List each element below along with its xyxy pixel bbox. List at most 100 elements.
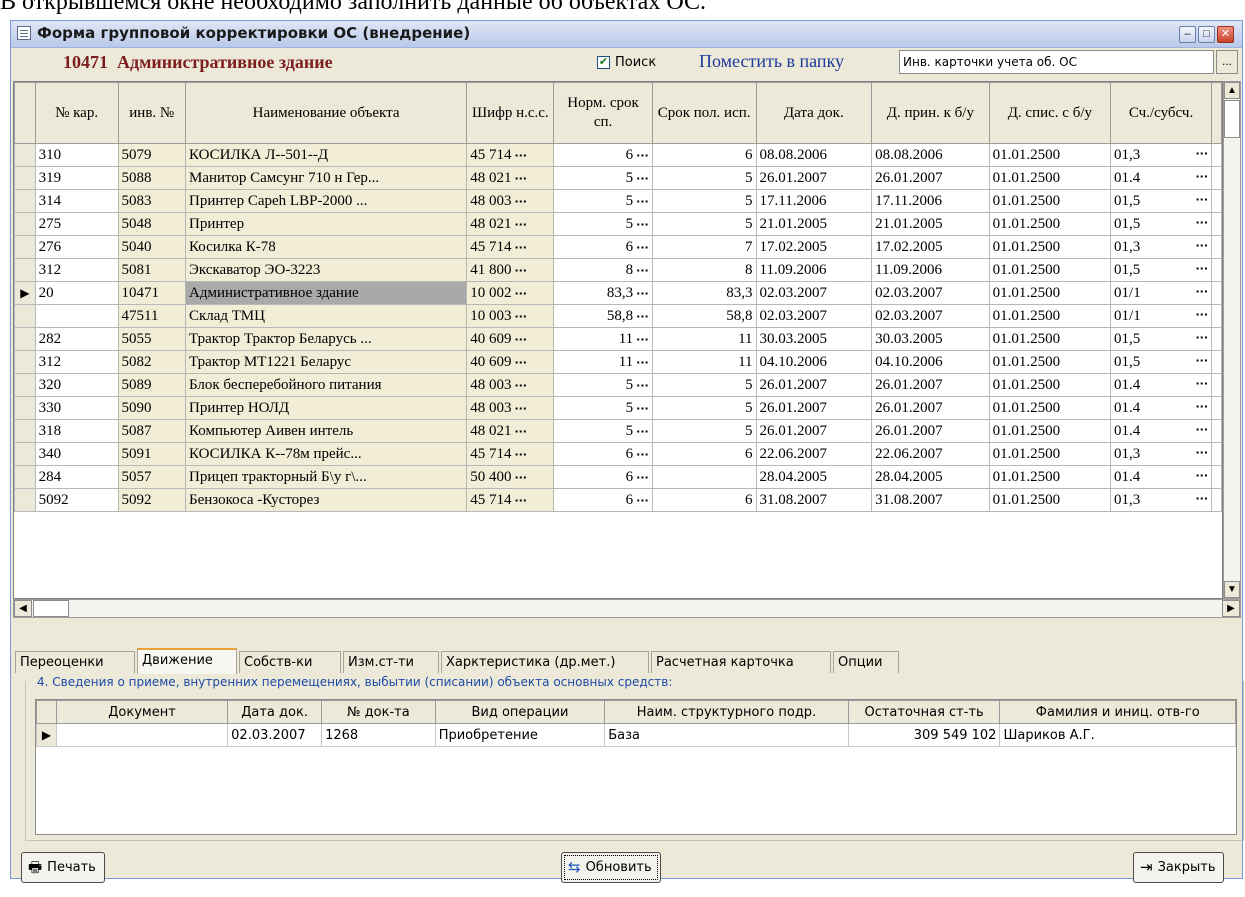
- term-cell[interactable]: 6: [651, 442, 757, 466]
- mv-op-cell[interactable]: Приобретение: [434, 723, 606, 747]
- ellipsis-button-icon[interactable]: ···: [1192, 308, 1208, 321]
- tab-settlement-card[interactable]: Расчетная карточка: [651, 651, 831, 673]
- code-cell[interactable]: 41 800 ···: [466, 258, 555, 282]
- name-cell[interactable]: Прицеп тракторный Б\у г\...: [184, 465, 468, 489]
- norm-cell[interactable]: 11 ···: [553, 350, 653, 374]
- account-cell[interactable]: 01,5 ···: [1110, 327, 1213, 351]
- date-cell[interactable]: 26.01.2007: [755, 396, 873, 420]
- ellipsis-button-icon[interactable]: ···: [1192, 262, 1208, 275]
- norm-cell[interactable]: 5 ···: [553, 189, 653, 213]
- ellipsis-button-icon[interactable]: ···: [1192, 239, 1208, 252]
- ellipsis-button-icon[interactable]: ···: [1192, 354, 1208, 367]
- inv-cell[interactable]: 5081: [117, 258, 186, 282]
- mv-col-num[interactable]: № док-та: [321, 700, 436, 724]
- date-cell[interactable]: 30.03.2005: [755, 327, 873, 351]
- col-header-term[interactable]: Срок пол. исп.: [651, 82, 757, 144]
- tab-owners[interactable]: Собств-ки: [239, 651, 341, 673]
- code-cell[interactable]: 10 003 ···: [466, 304, 555, 328]
- norm-cell[interactable]: 6 ···: [553, 465, 653, 489]
- close-window-button[interactable]: ✕: [1217, 26, 1234, 43]
- col-header-norm[interactable]: Норм. срок сп.: [553, 82, 653, 144]
- inv-cell[interactable]: 5091: [117, 442, 186, 466]
- writeoff-date-cell[interactable]: 01.01.2500: [988, 235, 1112, 259]
- row-indicator[interactable]: [14, 327, 36, 351]
- term-cell[interactable]: 11: [651, 327, 757, 351]
- row-indicator[interactable]: [14, 373, 36, 397]
- mv-col-op[interactable]: Вид операции: [434, 700, 606, 724]
- ellipsis-button-icon[interactable]: ···: [633, 149, 649, 162]
- card-cell[interactable]: 318: [34, 419, 119, 443]
- name-cell[interactable]: Принтер Capeh LBP-2000 ...: [184, 189, 468, 213]
- norm-cell[interactable]: 11 ···: [553, 327, 653, 351]
- ellipsis-button-icon[interactable]: ···: [633, 172, 649, 185]
- account-cell[interactable]: 01/1 ···: [1110, 281, 1213, 305]
- ellipsis-button-icon[interactable]: ···: [511, 241, 527, 254]
- code-cell[interactable]: 45 714 ···: [466, 143, 555, 167]
- writeoff-date-cell[interactable]: 01.01.2500: [988, 212, 1112, 236]
- name-cell[interactable]: Склад ТМЦ: [184, 304, 468, 328]
- ellipsis-button-icon[interactable]: ···: [633, 333, 649, 346]
- term-cell[interactable]: 5: [651, 396, 757, 420]
- code-cell[interactable]: 40 609 ···: [466, 327, 555, 351]
- date-cell[interactable]: 02.03.2007: [755, 304, 873, 328]
- account-cell[interactable]: 01.4 ···: [1110, 373, 1213, 397]
- writeoff-date-cell[interactable]: 01.01.2500: [988, 465, 1112, 489]
- scroll-thumb[interactable]: [1224, 100, 1240, 138]
- refresh-button[interactable]: ⇆ Обновить: [561, 852, 661, 883]
- mv-doc-cell[interactable]: [55, 723, 229, 747]
- inv-cell[interactable]: 47511: [117, 304, 186, 328]
- ellipsis-button-icon[interactable]: ···: [511, 356, 527, 369]
- name-cell[interactable]: Бензокоса -Кусторез: [184, 488, 468, 512]
- account-cell[interactable]: 01.4 ···: [1110, 166, 1213, 190]
- ellipsis-button-icon[interactable]: ···: [511, 287, 527, 300]
- card-cell[interactable]: 330: [34, 396, 119, 420]
- term-cell[interactable]: 58,8: [651, 304, 757, 328]
- ellipsis-button-icon[interactable]: ···: [1192, 331, 1208, 344]
- code-cell[interactable]: 48 021 ···: [466, 419, 555, 443]
- tab-options[interactable]: Опции: [833, 651, 899, 673]
- grid-horizontal-scrollbar[interactable]: ◀ ▶: [13, 599, 1241, 618]
- account-cell[interactable]: 01.4 ···: [1110, 419, 1213, 443]
- ellipsis-button-icon[interactable]: ···: [511, 218, 527, 231]
- inv-cell[interactable]: 5089: [117, 373, 186, 397]
- mv-col-residual[interactable]: Остаточная ст-ть: [847, 700, 1001, 724]
- writeoff-date-cell[interactable]: 01.01.2500: [988, 304, 1112, 328]
- table-row[interactable]: 282 5055 Трактор Трактор Беларусь ... 40 60…: [14, 327, 1222, 351]
- ellipsis-button-icon[interactable]: ···: [633, 448, 649, 461]
- ellipsis-button-icon[interactable]: ···: [1192, 492, 1208, 505]
- account-cell[interactable]: 01,3 ···: [1110, 143, 1213, 167]
- code-cell[interactable]: 48 003 ···: [466, 396, 555, 420]
- account-cell[interactable]: 01,3 ···: [1110, 235, 1213, 259]
- row-indicator[interactable]: [14, 465, 36, 489]
- ellipsis-button-icon[interactable]: ···: [1192, 216, 1208, 229]
- row-indicator[interactable]: [14, 350, 36, 374]
- card-cell[interactable]: [34, 304, 119, 328]
- name-cell[interactable]: Принтер: [184, 212, 468, 236]
- writeoff-date-cell[interactable]: 01.01.2500: [988, 419, 1112, 443]
- accept-date-cell[interactable]: 28.04.2005: [871, 465, 990, 489]
- norm-cell[interactable]: 5 ···: [553, 419, 653, 443]
- norm-cell[interactable]: 8 ···: [553, 258, 653, 282]
- row-indicator[interactable]: [14, 212, 36, 236]
- col-header-code[interactable]: Шифр н.с.с.: [466, 82, 555, 144]
- code-cell[interactable]: 48 021 ···: [466, 166, 555, 190]
- account-cell[interactable]: 01,5 ···: [1110, 258, 1213, 282]
- search-label[interactable]: Поиск: [615, 55, 656, 70]
- name-cell[interactable]: Принтер НОЛД: [184, 396, 468, 420]
- movement-grid[interactable]: Документ Дата док. № док-та Вид операции…: [35, 699, 1237, 835]
- ellipsis-button-icon[interactable]: ···: [1192, 469, 1208, 482]
- card-cell[interactable]: 319: [34, 166, 119, 190]
- inv-cell[interactable]: 5088: [117, 166, 186, 190]
- row-indicator[interactable]: [14, 442, 36, 466]
- account-cell[interactable]: 01,5 ···: [1110, 350, 1213, 374]
- current-row-indicator-icon[interactable]: ▶: [36, 723, 57, 747]
- col-header-inv[interactable]: инв. №: [117, 82, 186, 144]
- ellipsis-button-icon[interactable]: ···: [633, 356, 649, 369]
- card-cell[interactable]: 310: [34, 143, 119, 167]
- card-cell[interactable]: 314: [34, 189, 119, 213]
- minimize-button[interactable]: –: [1179, 26, 1196, 43]
- inv-cell[interactable]: 5055: [117, 327, 186, 351]
- date-cell[interactable]: 04.10.2006: [755, 350, 873, 374]
- ellipsis-button-icon[interactable]: ···: [511, 333, 527, 346]
- account-cell[interactable]: 01.4 ···: [1110, 396, 1213, 420]
